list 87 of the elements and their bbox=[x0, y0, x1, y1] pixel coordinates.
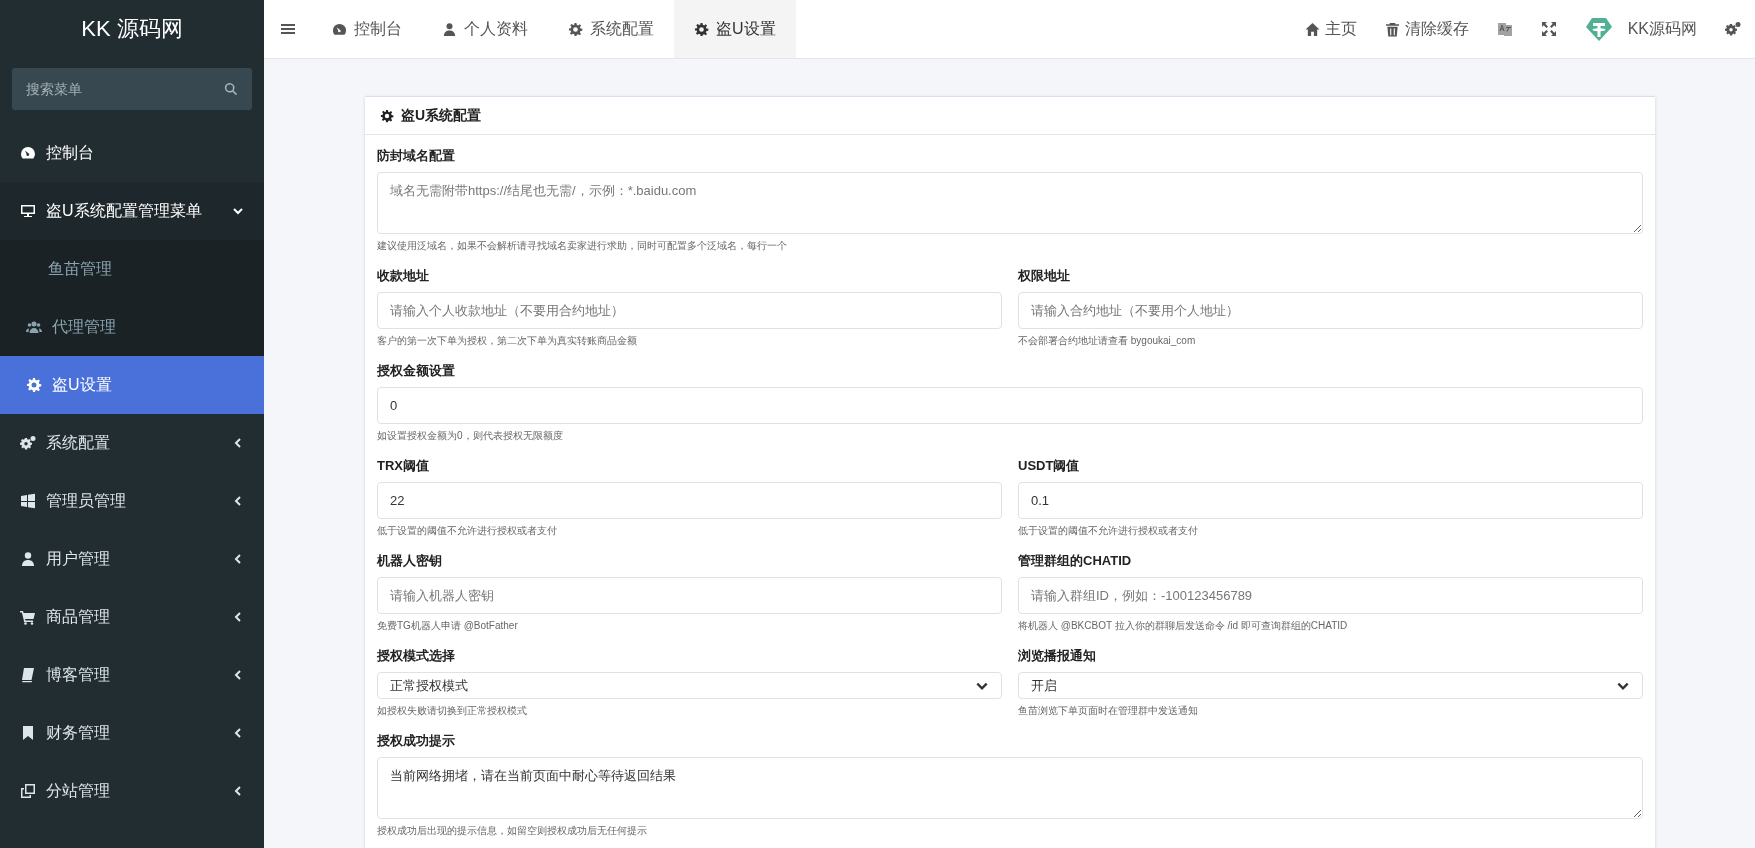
help-text: 不会部署合约地址请查看 bygoukai_com bbox=[1018, 334, 1197, 348]
chevron-icon bbox=[232, 437, 244, 449]
help-text: 免费TG机器人申请 @BotFather bbox=[377, 619, 519, 633]
chevron-icon bbox=[232, 785, 244, 797]
field-label: 权限地址 bbox=[1018, 267, 1071, 285]
input-field[interactable]: 请输入机器人密钥 bbox=[377, 577, 1002, 614]
card-title: 盗U系统配置 bbox=[401, 106, 482, 125]
fullscreen-icon bbox=[1540, 21, 1557, 37]
windows-stack-icon bbox=[20, 783, 36, 799]
nav-tab[interactable]: 控制台 bbox=[312, 0, 422, 58]
gears-icon bbox=[1725, 21, 1741, 37]
home-link[interactable]: 主页 bbox=[1290, 0, 1371, 58]
input-field[interactable]: 22 bbox=[377, 482, 1002, 519]
submenu-item[interactable]: 代理管理 bbox=[0, 298, 264, 356]
help-text: 鱼苗浏览下单页面时在管理群中发送通知 bbox=[1018, 704, 1199, 718]
field-label: 授权成功提示 bbox=[377, 732, 456, 750]
field-label: 管理群组的CHATID bbox=[1018, 552, 1133, 570]
translate-icon bbox=[1496, 21, 1513, 37]
field-label: 收款地址 bbox=[377, 267, 430, 285]
search-field[interactable]: 搜索菜单 bbox=[12, 68, 252, 110]
menu-icon bbox=[280, 21, 296, 37]
sidebar-item[interactable]: 系统配置 bbox=[0, 414, 264, 472]
clear-cache-link[interactable]: 清除缓存 bbox=[1370, 0, 1483, 58]
sidebar-item[interactable]: 盗U系统配置管理菜单 bbox=[0, 182, 264, 240]
windows-icon bbox=[20, 493, 36, 509]
home-icon bbox=[1304, 21, 1320, 37]
field-label: USDT阈值 bbox=[1018, 457, 1081, 475]
site-logo: KK 源码网 bbox=[80, 15, 184, 43]
text-area[interactable]: 当前网络拥堵，请在当前页面中耐心等待返回结果 bbox=[377, 757, 1643, 819]
help-text: 将机器人 @BKCBOT 拉入你的群聊后发送命令 /id 即可查询群组的CHATID bbox=[1018, 619, 1349, 633]
nav-tab[interactable]: 系统配置 bbox=[548, 0, 674, 58]
input-field[interactable]: 0.1 bbox=[1018, 482, 1643, 519]
coin-logo-icon bbox=[1584, 15, 1613, 43]
sidebar-item[interactable]: 财务管理 bbox=[0, 704, 264, 762]
users-icon bbox=[26, 319, 42, 335]
dropdown[interactable]: 开启 bbox=[1018, 672, 1643, 699]
nav-tab[interactable]: 盗U设置 bbox=[674, 0, 796, 58]
field-label: 授权金额设置 bbox=[377, 362, 456, 380]
field-label: 机器人密钥 bbox=[377, 552, 443, 570]
input-field[interactable]: 请输入个人收款地址（不要用合约地址） bbox=[377, 292, 1002, 329]
sidebar-item[interactable]: 博客管理 bbox=[0, 646, 264, 704]
gauge-icon bbox=[332, 21, 347, 37]
input-field[interactable]: 0 bbox=[377, 387, 1643, 424]
search-icon bbox=[224, 82, 238, 96]
chevron-icon bbox=[232, 669, 244, 681]
sidebar-item[interactable]: 用户管理 bbox=[0, 530, 264, 588]
monitor-icon bbox=[20, 203, 36, 219]
cart-icon bbox=[20, 609, 36, 625]
chevron-icon bbox=[232, 205, 244, 217]
bookmark-icon bbox=[20, 725, 36, 741]
help-text: 如设置授权金额为0，则代表授权无限额度 bbox=[377, 429, 564, 443]
user-icon bbox=[442, 21, 457, 37]
field-label: TRX阈值 bbox=[377, 457, 430, 475]
gauge-icon bbox=[20, 145, 36, 161]
account-menu[interactable]: KK源码网 bbox=[1570, 0, 1711, 58]
help-text: 低于设置的阈值不允许进行授权或者支付 bbox=[377, 524, 558, 538]
trash-icon bbox=[1384, 21, 1400, 37]
chevron-icon bbox=[232, 495, 244, 507]
sidebar-item[interactable]: 分站管理 bbox=[0, 762, 264, 820]
chevron-icon bbox=[232, 611, 244, 623]
user-icon bbox=[20, 551, 36, 567]
help-text: 低于设置的阈值不允许进行授权或者支付 bbox=[1018, 524, 1199, 538]
field-label: 浏览播报通知 bbox=[1018, 647, 1097, 665]
help-text: 如授权失败请切换到正常授权模式 bbox=[377, 704, 528, 718]
chevron-icon bbox=[232, 727, 244, 739]
sidebar-item[interactable]: 商品管理 bbox=[0, 588, 264, 646]
gear-icon bbox=[568, 21, 583, 37]
gears-icon bbox=[20, 435, 36, 451]
book-icon bbox=[20, 667, 36, 683]
field-label: 授权模式选择 bbox=[377, 647, 456, 665]
help-text: 客户的第一次下单为授权，第二次下单为真实转账商品金额 bbox=[377, 334, 638, 348]
submenu-item[interactable]: 盗U设置 bbox=[0, 356, 264, 414]
input-field[interactable]: 请输入合约地址（不要用个人地址） bbox=[1018, 292, 1643, 329]
sidebar-item[interactable]: 管理员管理 bbox=[0, 472, 264, 530]
dropdown[interactable]: 正常授权模式 bbox=[377, 672, 1002, 699]
gear-icon bbox=[694, 21, 709, 37]
nav-tab[interactable]: 个人资料 bbox=[422, 0, 548, 58]
sidebar-item[interactable]: 控制台 bbox=[0, 124, 264, 182]
gear-icon bbox=[380, 108, 394, 123]
text-area[interactable]: 域名无需附带https://结尾也无需/，示例：*.baidu.com bbox=[377, 172, 1643, 234]
gear-icon bbox=[26, 377, 42, 393]
input-field[interactable]: 请输入群组ID，例如：-100123456789 bbox=[1018, 577, 1643, 614]
field-label: 防封域名配置 bbox=[377, 147, 456, 165]
chevron-icon bbox=[232, 553, 244, 565]
help-text: 建议使用泛域名，如果不会解析请寻找域名卖家进行求助，同时可配置多个泛域名，每行一个 bbox=[377, 239, 788, 253]
help-text: 授权成功后出现的提示信息，如留空则授权成功后无任何提示 bbox=[377, 824, 648, 838]
submenu-item[interactable]: 鱼苗管理 bbox=[0, 240, 264, 298]
